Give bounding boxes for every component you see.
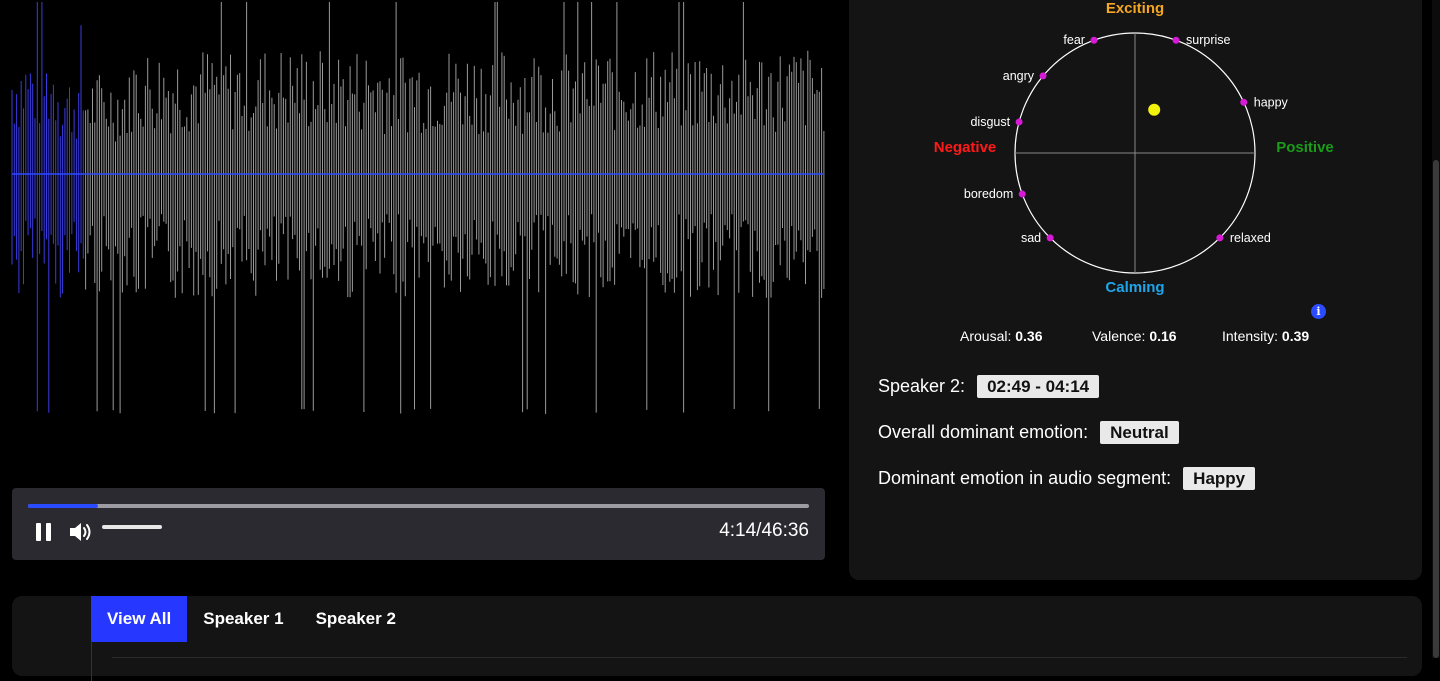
tab-view-all[interactable]: View All [91, 596, 188, 642]
audio-player-controls: 4:14/46:36 [12, 488, 825, 560]
speaker-row: Speaker 2: 02:49 - 04:14 [878, 375, 1100, 398]
volume-button[interactable] [68, 520, 94, 544]
emotion-label-happy: happy [1254, 95, 1289, 109]
emotion-panel: Exciting Calming Negative Positive fear s… [849, 0, 1422, 580]
emotion-wheel: Exciting Calming Negative Positive fear s… [934, 0, 1334, 296]
tab-speaker-2[interactable]: Speaker 2 [300, 596, 412, 642]
scrollbar-thumb[interactable] [1433, 160, 1439, 658]
exciting-label: Exciting [1106, 0, 1164, 17]
emotion-point-fear [1090, 36, 1098, 44]
segment-emotion-row: Dominant emotion in audio segment: Happy [878, 467, 1256, 490]
emotion-metrics: Arousal: 0.36 Valence: 0.16 Intensity: 0… [849, 328, 1422, 348]
emotion-label-relaxed: relaxed [1230, 231, 1271, 245]
calming-label: Calming [1105, 279, 1164, 296]
valence-metric: Valence: 0.16 [1092, 328, 1177, 344]
pause-button[interactable] [34, 521, 54, 543]
playback-progress-fill [28, 504, 98, 508]
volume-icon [70, 523, 91, 541]
current-emotion-point [1148, 103, 1161, 116]
arousal-value: 0.36 [1015, 328, 1043, 344]
emotion-point-sad [1046, 234, 1054, 242]
waveform-canvas[interactable] [0, 0, 840, 480]
speaker-label: Speaker 2: [878, 376, 966, 396]
emotion-label-boredom: boredom [964, 187, 1013, 201]
emotion-point-relaxed [1216, 234, 1224, 242]
valence-value: 0.16 [1149, 328, 1177, 344]
segment-emotion-label: Dominant emotion in audio segment: [878, 468, 1172, 488]
speaker-tabs-panel: View All Speaker 1 Speaker 2 [12, 596, 1422, 681]
page-scrollbar[interactable] [1432, 0, 1440, 658]
speaker-range-badge: 02:49 - 04:14 [977, 375, 1100, 398]
emotion-point-surprise [1172, 36, 1180, 44]
emotion-label-sad: sad [1021, 231, 1041, 245]
emotion-point-happy [1240, 98, 1248, 106]
playback-progress-bar[interactable] [28, 504, 809, 508]
audio-waveform[interactable] [0, 0, 840, 480]
volume-slider[interactable] [102, 525, 162, 529]
tab-speaker-1[interactable]: Speaker 1 [187, 596, 299, 642]
time-display: 4:14/46:36 [719, 520, 809, 541]
overall-emotion-badge: Neutral [1100, 421, 1179, 444]
speaker-tabs: View All Speaker 1 Speaker 2 [91, 596, 412, 642]
segment-emotion-badge: Happy [1183, 467, 1256, 490]
emotion-label-angry: angry [1003, 69, 1035, 83]
negative-label: Negative [934, 139, 997, 156]
overall-emotion-label: Overall dominant emotion: [878, 422, 1089, 442]
info-icon[interactable]: i [1311, 304, 1326, 319]
positive-label: Positive [1276, 139, 1334, 156]
tab-rail-divider [91, 641, 92, 681]
emotion-label-disgust: disgust [970, 115, 1010, 129]
emotion-point-angry [1039, 72, 1047, 80]
overall-emotion-row: Overall dominant emotion: Neutral [878, 421, 1179, 444]
emotion-label-fear: fear [1063, 33, 1085, 47]
emotion-point-disgust [1015, 118, 1023, 126]
intensity-metric: Intensity: 0.39 [1222, 328, 1310, 344]
arousal-metric: Arousal: 0.36 [960, 328, 1043, 344]
intensity-value: 0.39 [1281, 328, 1310, 344]
emotion-point-boredom [1018, 190, 1026, 198]
emotion-label-surprise: surprise [1186, 33, 1231, 47]
